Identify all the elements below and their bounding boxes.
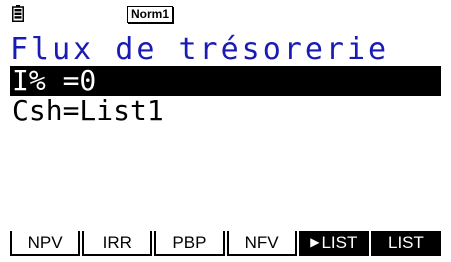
- list-input-key-label: LIST: [321, 233, 358, 252]
- status-bar: Norm1: [10, 4, 441, 26]
- list-key[interactable]: LIST: [370, 231, 442, 256]
- battery-icon: [12, 5, 24, 22]
- mode-indicator: Norm1: [127, 6, 174, 23]
- nfv-key[interactable]: NFV: [226, 231, 297, 256]
- npv-key[interactable]: NPV: [10, 231, 81, 256]
- function-key-bar: NPV IRR PBP NFV ▶ LIST LIST: [10, 231, 442, 256]
- irr-key[interactable]: IRR: [82, 231, 153, 256]
- screen-title: Flux de trésorerie: [10, 32, 390, 67]
- cash-list-row[interactable]: Csh=List1: [10, 96, 441, 126]
- list-input-key[interactable]: ▶ LIST: [298, 231, 369, 256]
- interest-rate-row[interactable]: I% =0: [10, 66, 441, 96]
- pbp-key[interactable]: PBP: [154, 231, 225, 256]
- triangle-right-icon: ▶: [310, 235, 320, 249]
